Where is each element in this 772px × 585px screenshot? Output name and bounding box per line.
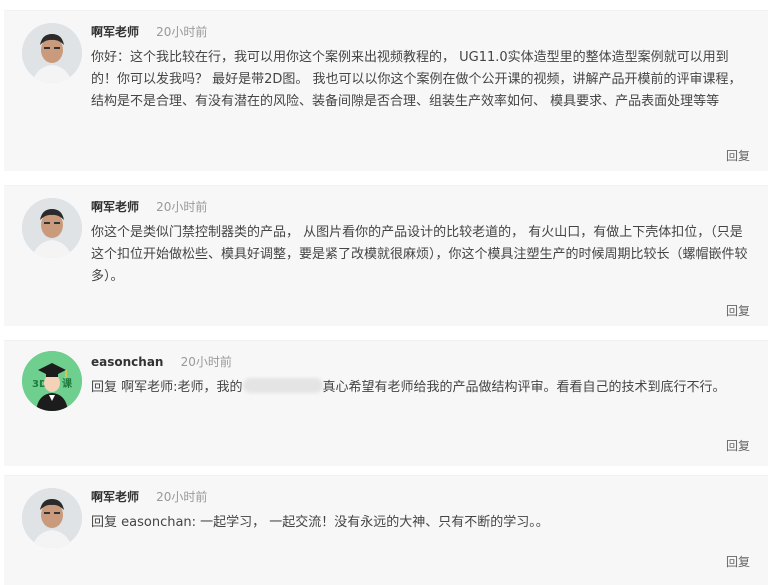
comment-text: 你这个是类似门禁控制器类的产品， 从图片看你的产品设计的比较老道的， 有火山口，… bbox=[91, 225, 748, 284]
comment-meta: 啊军老师 20小时前 bbox=[91, 198, 207, 214]
author-name[interactable]: easonchan bbox=[91, 355, 163, 369]
reply-button[interactable]: 回复 bbox=[726, 438, 750, 454]
author-name[interactable]: 啊军老师 bbox=[91, 200, 139, 214]
teacher-avatar[interactable] bbox=[22, 488, 82, 548]
comment-meta: easonchan 20小时前 bbox=[91, 353, 232, 369]
comment-text-after: 真心希望有老师给我的产品做结构评审。看看自己的技术到底行不行。 bbox=[322, 380, 726, 395]
comment-item: 啊军老师 20小时前 你这个是类似门禁控制器类的产品， 从图片看你的产品设计的比… bbox=[4, 185, 768, 326]
comment-list: 啊军老师 20小时前 你好：这个我比较在行，我可以用你这个案例来出视频教程的， … bbox=[0, 0, 772, 585]
comment-time: 20小时前 bbox=[180, 355, 232, 369]
teacher-avatar[interactable] bbox=[22, 198, 82, 258]
reply-button[interactable]: 回复 bbox=[726, 554, 750, 570]
person-photo-icon bbox=[22, 23, 82, 83]
comment-text: 你好：这个我比较在行，我可以用你这个案例来出视频教程的， UG11.0实体造型里… bbox=[91, 50, 742, 109]
author-name[interactable]: 啊军老师 bbox=[91, 25, 139, 39]
comment-time: 20小时前 bbox=[156, 490, 208, 504]
comment-item: 啊军老师 20小时前 你好：这个我比较在行，我可以用你这个案例来出视频教程的， … bbox=[4, 10, 768, 171]
comment-time: 20小时前 bbox=[156, 200, 208, 214]
reply-button[interactable]: 回复 bbox=[726, 148, 750, 164]
person-photo-icon bbox=[22, 488, 82, 548]
comment-time: 20小时前 bbox=[156, 25, 208, 39]
comment-text: 回复 easonchan: 一起学习， 一起交流！没有永远的大神、只有不断的学习… bbox=[91, 515, 549, 530]
comment-item: 啊军老师 20小时前 回复 easonchan: 一起学习， 一起交流！没有永远… bbox=[4, 475, 768, 585]
comment-meta: 啊军老师 20小时前 bbox=[91, 23, 207, 39]
comment-item: 3D 课 easonchan 20小时前 回复 啊军老师:老师，我的 真心希望有老… bbox=[4, 340, 768, 466]
person-photo-icon bbox=[22, 198, 82, 258]
comment-text: 回复 啊军老师:老师，我的 真心希望有老师给我的产品做结构评审。看看自己的技术到底… bbox=[91, 377, 751, 399]
svg-text:课: 课 bbox=[62, 377, 73, 390]
reply-button[interactable]: 回复 bbox=[726, 303, 750, 319]
graduate-avatar[interactable]: 3D 课 bbox=[22, 351, 82, 411]
graduate-cap-icon: 3D 课 bbox=[22, 351, 82, 411]
author-name[interactable]: 啊军老师 bbox=[91, 490, 139, 504]
comment-meta: 啊军老师 20小时前 bbox=[91, 488, 207, 504]
redacted-text-mask bbox=[242, 378, 323, 393]
comment-text-before: 回复 啊军老师:老师，我的 bbox=[91, 380, 243, 395]
teacher-avatar[interactable] bbox=[22, 23, 82, 83]
